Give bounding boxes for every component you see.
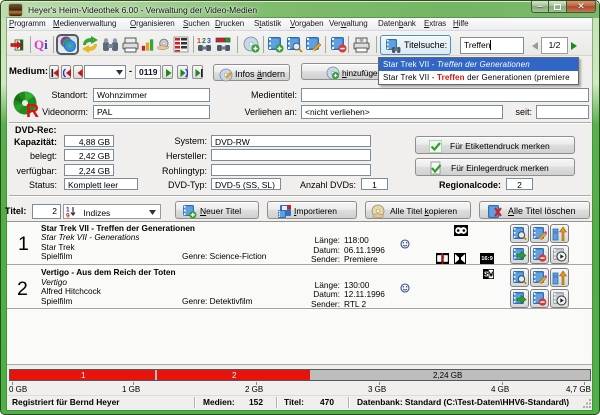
- svg-text:S: S: [484, 272, 489, 279]
- svg-text:2: 2: [202, 38, 206, 45]
- svg-text:1: 1: [197, 38, 201, 45]
- svg-text:9: 9: [66, 213, 70, 219]
- svg-text:3: 3: [207, 38, 211, 45]
